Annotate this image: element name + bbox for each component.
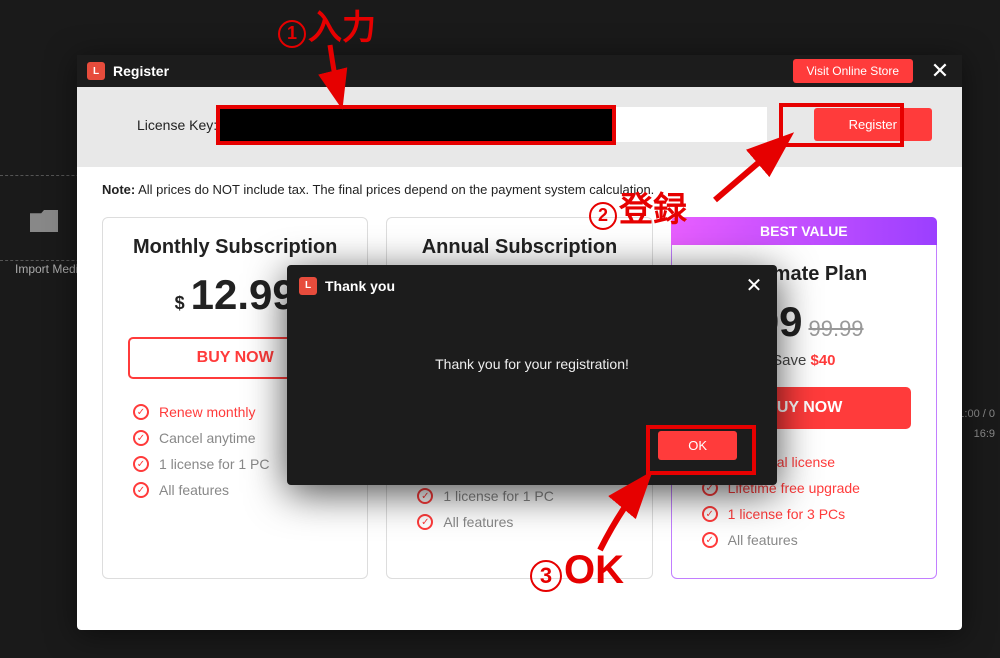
license-key-input[interactable] — [227, 107, 767, 142]
check-icon: ✓ — [133, 404, 149, 420]
list-item: ✓All features — [702, 532, 906, 548]
note-prefix: Note: — [102, 182, 135, 197]
check-icon: ✓ — [133, 482, 149, 498]
currency: $ — [175, 293, 185, 314]
list-item: ✓All features — [417, 514, 621, 530]
close-icon[interactable]: ✕ — [928, 60, 952, 82]
dialog-titlebar: L Thank you ✕ — [287, 265, 777, 306]
price-value: 12.99 — [191, 271, 296, 319]
note-text: All prices do NOT include tax. The final… — [135, 182, 654, 197]
visit-store-button[interactable]: Visit Online Store — [793, 59, 914, 83]
check-icon: ✓ — [133, 430, 149, 446]
timecode-label: 1:00 / 0 — [958, 408, 995, 420]
dialog-title: Register — [113, 63, 793, 79]
ok-button[interactable]: OK — [658, 431, 737, 460]
check-icon: ✓ — [417, 514, 433, 530]
best-value-badge: BEST VALUE — [671, 217, 937, 245]
thankyou-message: Thank you for your registration! — [287, 356, 777, 372]
check-icon: ✓ — [417, 488, 433, 504]
check-icon: ✓ — [702, 506, 718, 522]
status-readouts: 1:00 / 0 16:9 — [958, 400, 1000, 448]
check-icon: ✓ — [702, 532, 718, 548]
app-logo-icon: L — [299, 277, 317, 295]
list-item: ✓1 license for 3 PCs — [702, 506, 906, 522]
check-icon: ✓ — [133, 456, 149, 472]
app-logo-icon: L — [87, 62, 105, 80]
aspect-label: 16:9 — [958, 428, 995, 440]
license-key-bar: License Key: Register — [77, 87, 962, 167]
license-input-wrap — [227, 107, 767, 142]
thankyou-dialog: L Thank you ✕ Thank you for your registr… — [287, 265, 777, 485]
list-item: ✓1 license for 1 PC — [417, 488, 621, 504]
dialog-titlebar: L Register Visit Online Store ✕ — [77, 55, 962, 87]
register-button[interactable]: Register — [814, 108, 932, 141]
old-price: 99.99 — [808, 316, 863, 342]
close-icon[interactable]: ✕ — [743, 273, 765, 298]
plan-title: Annual Subscription — [412, 236, 626, 259]
dialog-title: Thank you — [325, 278, 743, 294]
tax-note: Note: All prices do NOT include tax. The… — [102, 182, 937, 197]
plan-title: Monthly Subscription — [128, 236, 342, 259]
folder-icon — [30, 210, 58, 232]
license-key-label: License Key: — [137, 117, 217, 133]
